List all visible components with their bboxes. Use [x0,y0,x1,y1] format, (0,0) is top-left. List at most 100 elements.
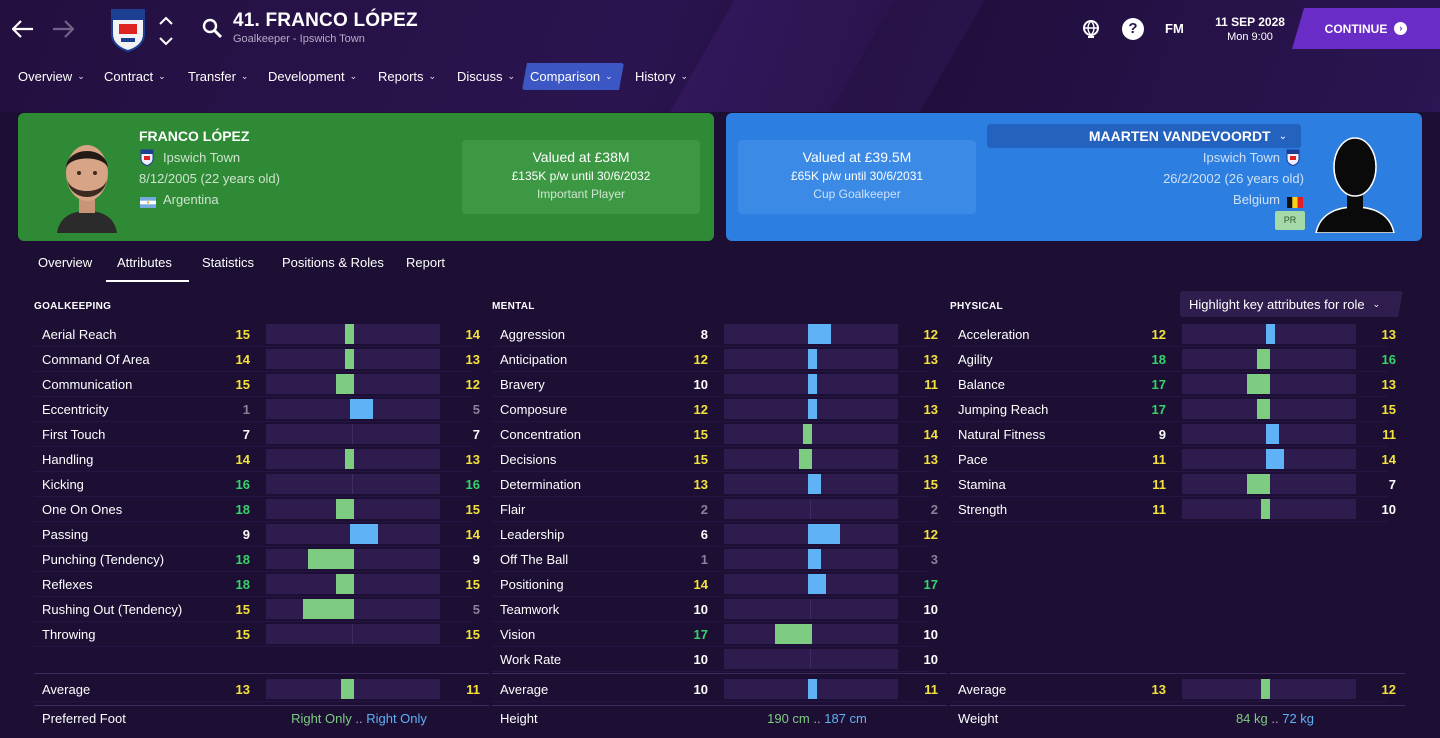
attribute-row: Off The Ball 1 3 [492,547,938,572]
menu-overview[interactable]: Overview ⌄ [10,63,93,90]
attribute-name[interactable]: Agility [958,352,993,367]
right-player-rating: 12 [923,527,938,542]
attribute-name[interactable]: Handling [42,452,93,467]
comparison-bar [724,574,898,594]
comparison-bar [724,679,898,699]
attribute-name[interactable]: Stamina [958,477,1006,492]
search-icon[interactable] [200,16,224,40]
attribute-name[interactable]: Punching (Tendency) [42,552,164,567]
continue-button[interactable]: CONTINUE › [1292,8,1440,49]
attribute-name[interactable]: Communication [42,377,132,392]
attribute-row: Teamwork 10 10 [492,597,938,622]
attribute-row: Throwing 15 15 [34,622,480,647]
attribute-name[interactable]: Average [500,682,548,697]
right-player-club[interactable]: Ipswich Town [1203,150,1280,165]
tab-attributes[interactable]: Attributes [117,255,172,270]
attribute-name[interactable]: Anticipation [500,352,567,367]
attribute-name[interactable]: Vision [500,627,535,642]
attribute-name[interactable]: First Touch [42,427,105,442]
attribute-name[interactable]: Throwing [42,627,95,642]
attribute-name[interactable]: Balance [958,377,1005,392]
attribute-name[interactable]: Off The Ball [500,552,568,567]
player-card-right: Valued at £39.5M £65K p/w until 30/6/203… [726,113,1422,241]
left-advantage-bar [345,349,354,369]
right-advantage-bar [1266,424,1280,444]
network-globe-icon[interactable] [1080,18,1102,40]
tab-overview[interactable]: Overview [38,255,92,270]
attribute-name[interactable]: One On Ones [42,502,122,517]
left-squad-status: Important Player [536,187,626,201]
menu-comparison[interactable]: Comparison ⌄ [522,63,624,90]
left-player-dob: 8/12/2005 (22 years old) [139,171,280,186]
bar-midline [810,599,811,619]
right-player-rating: 9 [472,552,480,567]
comparison-bar [1182,449,1356,469]
fm-menu-button[interactable]: FM [1165,21,1184,36]
menu-history[interactable]: History ⌄ [627,63,696,90]
right-player-rating: 13 [923,452,938,467]
attribute-name[interactable]: Rushing Out (Tendency) [42,602,182,617]
attribute-row: Aggression 8 12 [492,322,938,347]
right-player-rating: 16 [465,477,480,492]
left-player-rating: 13 [693,477,708,492]
club-crest-icon [1286,149,1300,167]
attribute-name[interactable]: Positioning [500,577,564,592]
highlight-attributes-dropdown[interactable]: Highlight key attributes for role ⌄ [1180,291,1403,317]
player-switch-icon[interactable] [156,14,176,48]
attribute-name[interactable]: Average [958,682,1006,697]
attribute-name[interactable]: Reflexes [42,577,93,592]
continue-label: CONTINUE [1324,21,1388,36]
comparison-bar [266,399,440,419]
footer-label: Weight [958,711,999,726]
footer-separator [950,705,1405,706]
attribute-name[interactable]: Aggression [500,327,565,342]
attribute-name[interactable]: Leadership [500,527,564,542]
compare-player-select[interactable]: MAARTEN VANDEVOORDT ⌄ [987,124,1301,148]
left-player-name[interactable]: FRANCO LÓPEZ [139,128,249,144]
attribute-name[interactable]: Acceleration [958,327,1030,342]
menu-reports[interactable]: Reports ⌄ [370,63,444,90]
attribute-name[interactable]: Flair [500,502,525,517]
attribute-name[interactable]: Natural Fitness [958,427,1045,442]
attribute-name[interactable]: Aerial Reach [42,327,116,342]
attribute-name[interactable]: Composure [500,402,567,417]
attribute-name[interactable]: Eccentricity [42,402,108,417]
attribute-name[interactable]: Passing [42,527,88,542]
left-player-rating: 18 [235,577,250,592]
menu-label: Reports [378,69,424,84]
forward-arrow-icon[interactable] [46,12,80,46]
menu-transfer[interactable]: Transfer ⌄ [180,63,256,90]
club-crest-icon[interactable] [109,8,147,53]
left-advantage-bar [775,624,812,644]
tab-report[interactable]: Report [406,255,445,270]
attribute-name[interactable]: Determination [500,477,581,492]
tab-statistics[interactable]: Statistics [202,255,254,270]
comparison-bar [266,324,440,344]
attribute-name[interactable]: Concentration [500,427,581,442]
menu-development[interactable]: Development ⌄ [260,63,365,90]
attribute-name[interactable]: Average [42,682,90,697]
attribute-name[interactable]: Strength [958,502,1007,517]
left-player-rating: 14 [235,352,250,367]
left-valued: Valued at £38M [532,149,630,165]
attribute-name[interactable]: Jumping Reach [958,402,1048,417]
menu-discuss[interactable]: Discuss ⌄ [449,63,523,90]
right-player-rating: 7 [1388,477,1396,492]
right-player-rating: 17 [923,577,938,592]
comparison-bar [266,349,440,369]
back-arrow-icon[interactable] [6,12,40,46]
left-player-club[interactable]: Ipswich Town [163,150,240,165]
player-silhouette-photo [1314,133,1396,234]
left-player-rating: 18 [1151,352,1166,367]
attribute-name[interactable]: Command Of Area [42,352,150,367]
attribute-name[interactable]: Pace [958,452,988,467]
menu-contract[interactable]: Contract ⌄ [96,63,174,90]
attribute-name[interactable]: Work Rate [500,652,561,667]
attribute-name[interactable]: Decisions [500,452,556,467]
attribute-name[interactable]: Kicking [42,477,84,492]
help-icon[interactable]: ? [1122,18,1144,40]
left-advantage-bar [1247,374,1270,394]
tab-positions-roles[interactable]: Positions & Roles [282,255,384,270]
attribute-name[interactable]: Bravery [500,377,545,392]
attribute-name[interactable]: Teamwork [500,602,559,617]
